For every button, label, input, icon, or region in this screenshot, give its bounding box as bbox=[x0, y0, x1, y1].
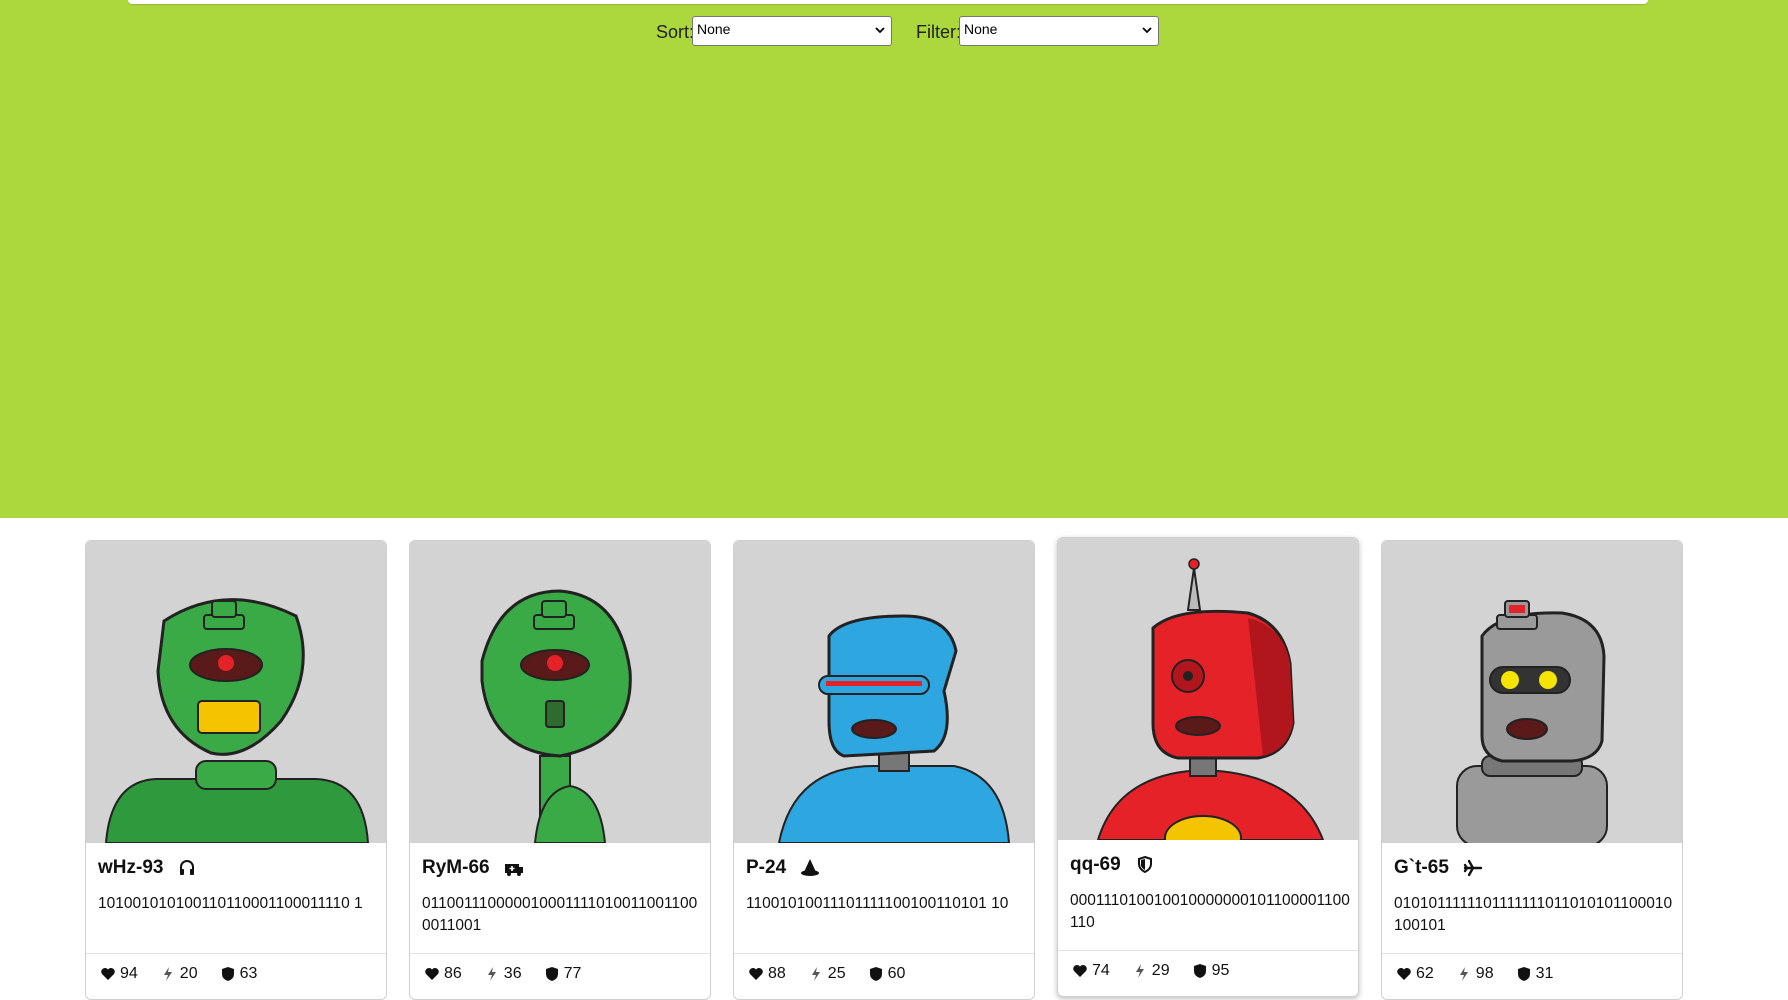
card-title-row: wHz-93 bbox=[98, 853, 197, 883]
sort-select[interactable]: None bbox=[692, 16, 892, 46]
energy-value: 20 bbox=[179, 965, 198, 982]
robot-image bbox=[1456, 600, 1608, 843]
stat-defense: 95 bbox=[1192, 962, 1230, 980]
stat-health: 62 bbox=[1396, 965, 1434, 983]
robot-portrait bbox=[86, 541, 386, 843]
robot-card[interactable]: wHz-93 101001010100110110001100011110 1 … bbox=[85, 540, 387, 1000]
robot-stats: 62 98 31 bbox=[1396, 962, 1575, 986]
robot-name: P-24 bbox=[746, 857, 787, 878]
wizard-hat-icon bbox=[801, 859, 820, 876]
chevron-down-icon bbox=[875, 27, 885, 34]
defense-value: 63 bbox=[239, 965, 258, 982]
stat-defense: 63 bbox=[220, 965, 258, 983]
stat-defense: 60 bbox=[868, 965, 906, 983]
energy-value: 36 bbox=[503, 965, 522, 982]
robot-stats: 88 25 60 bbox=[748, 962, 927, 986]
stat-energy: 36 bbox=[484, 965, 522, 983]
card-title-row: qq-69 bbox=[1070, 850, 1155, 880]
shield-icon bbox=[1137, 855, 1152, 874]
top-bar bbox=[128, 0, 1648, 4]
energy-value: 29 bbox=[1151, 962, 1170, 979]
card-divider bbox=[1382, 953, 1682, 954]
defense-value: 60 bbox=[887, 965, 906, 982]
card-divider bbox=[86, 953, 386, 954]
robot-portrait bbox=[1382, 541, 1682, 843]
robot-card[interactable]: G`t-65 010101111110111111101101010110001… bbox=[1381, 540, 1683, 1000]
robot-portrait bbox=[1058, 538, 1358, 840]
robot-image bbox=[777, 614, 1011, 843]
robot-binary-code: 0110011100000100011110100110011000011001 bbox=[422, 895, 698, 934]
hero-banner: Sort: None Filter: None bbox=[0, 0, 1788, 518]
filter-select-value: None bbox=[964, 21, 998, 37]
robot-card[interactable]: qq-69 0001110100100100000001011000011001… bbox=[1057, 537, 1359, 997]
robot-binary-code: 000111010010010000000101100001100110 bbox=[1070, 892, 1350, 931]
robot-name: qq-69 bbox=[1070, 854, 1121, 875]
stat-health: 86 bbox=[424, 965, 462, 983]
robot-stats: 94 20 63 bbox=[100, 962, 279, 986]
defense-value: 31 bbox=[1535, 965, 1554, 982]
card-title-row: G`t-65 bbox=[1394, 853, 1483, 883]
robot-name: RyM-66 bbox=[422, 857, 490, 878]
stat-health: 74 bbox=[1072, 962, 1110, 980]
health-value: 88 bbox=[768, 965, 786, 982]
headset-icon bbox=[180, 860, 195, 875]
energy-value: 25 bbox=[827, 965, 846, 982]
robot-portrait bbox=[410, 541, 710, 843]
stat-energy: 25 bbox=[808, 965, 846, 983]
shield-icon bbox=[1193, 964, 1206, 978]
robot-stats: 86 36 77 bbox=[424, 962, 603, 986]
robot-binary-code: 101001010100110110001100011110 1 bbox=[98, 895, 363, 912]
card-divider bbox=[410, 953, 710, 954]
heart-icon bbox=[1073, 965, 1087, 977]
sort-filter-controls: Sort: None Filter: None bbox=[0, 16, 1788, 48]
airplane-icon bbox=[1463, 859, 1483, 877]
filter-label: Filter: bbox=[916, 22, 961, 42]
robot-image bbox=[480, 589, 632, 843]
robot-card[interactable]: RyM-66 011001110000010001111010011001100… bbox=[409, 540, 711, 1000]
robot-portrait bbox=[734, 541, 1034, 843]
health-value: 74 bbox=[1092, 962, 1110, 979]
robot-image bbox=[104, 598, 370, 843]
health-value: 86 bbox=[444, 965, 462, 982]
robot-name: G`t-65 bbox=[1394, 857, 1449, 878]
robot-image bbox=[1096, 558, 1325, 840]
stat-health: 88 bbox=[748, 965, 786, 983]
lightning-icon bbox=[1135, 964, 1144, 978]
sort-label: Sort: bbox=[656, 22, 695, 42]
card-divider bbox=[1058, 950, 1358, 951]
robot-name: wHz-93 bbox=[98, 857, 164, 878]
stat-energy: 29 bbox=[1132, 962, 1170, 980]
stat-defense: 77 bbox=[544, 965, 582, 983]
energy-value: 98 bbox=[1475, 965, 1494, 982]
card-divider bbox=[734, 953, 1034, 954]
defense-value: 77 bbox=[563, 965, 582, 982]
health-value: 62 bbox=[1416, 965, 1434, 982]
sort-select-value: None bbox=[697, 21, 731, 37]
stat-defense: 31 bbox=[1516, 965, 1554, 983]
health-value: 94 bbox=[120, 965, 138, 982]
robot-card[interactable]: P-24 11001010011101111100100110101 10 88… bbox=[733, 540, 1035, 1000]
filter-select[interactable]: None bbox=[959, 16, 1159, 46]
robot-stats: 74 29 95 bbox=[1072, 959, 1251, 983]
stat-health: 94 bbox=[100, 965, 138, 983]
stat-energy: 98 bbox=[1456, 965, 1494, 983]
card-title-row: P-24 bbox=[746, 853, 820, 883]
defense-value: 95 bbox=[1211, 962, 1230, 979]
robot-binary-code: 0101011111101111111011010101100010100101 bbox=[1394, 895, 1673, 934]
card-title-row: RyM-66 bbox=[422, 853, 524, 883]
stat-energy: 20 bbox=[160, 965, 198, 983]
chevron-down-icon bbox=[1142, 27, 1152, 34]
ambulance-icon bbox=[504, 864, 523, 876]
robot-binary-code: 11001010011101111100100110101 10 bbox=[746, 895, 1009, 912]
